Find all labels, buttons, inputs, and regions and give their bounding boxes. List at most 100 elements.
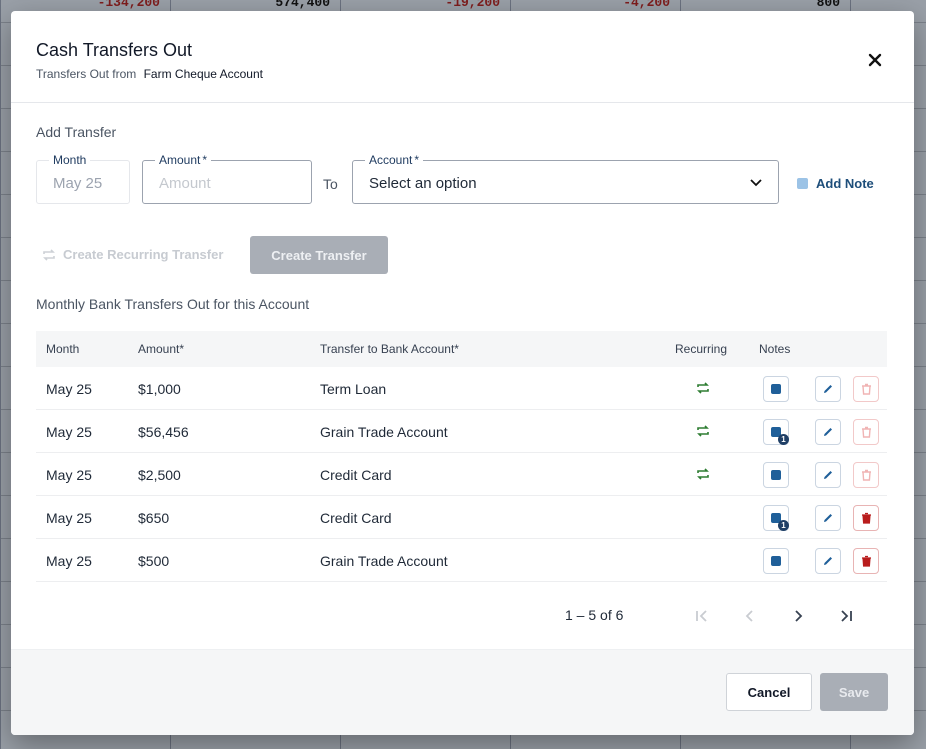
- last-page-button[interactable]: [836, 606, 856, 626]
- amount-label-text: Amount: [159, 153, 201, 167]
- repeat-icon: [697, 425, 709, 437]
- note-icon: [771, 384, 781, 394]
- month-field[interactable]: Month May 25: [36, 153, 130, 204]
- cell-amount: $650: [138, 510, 170, 526]
- add-transfer-label: Add Transfer: [36, 124, 117, 140]
- account-select[interactable]: Account * Select an option: [352, 153, 779, 204]
- note-count-badge: 1: [778, 520, 789, 531]
- to-label: To: [323, 176, 338, 192]
- note-button[interactable]: [763, 548, 789, 574]
- add-note-button[interactable]: Add Note: [797, 176, 874, 191]
- next-page-button[interactable]: [788, 606, 808, 626]
- delete-button[interactable]: [853, 376, 879, 402]
- note-button[interactable]: 1: [763, 419, 789, 445]
- close-button[interactable]: [866, 51, 884, 69]
- note-button[interactable]: [763, 462, 789, 488]
- cell-month: May 25: [46, 381, 92, 397]
- cell-month: May 25: [46, 467, 92, 483]
- table-paginator: 1 – 5 of 6: [36, 594, 887, 638]
- cell-amount: $56,456: [138, 424, 189, 440]
- chevron-right-icon: [795, 610, 803, 622]
- first-page-icon: [696, 610, 707, 622]
- edit-button[interactable]: [815, 419, 841, 445]
- cell-month: May 25: [46, 553, 92, 569]
- note-button[interactable]: [763, 376, 789, 402]
- account-select-value: Select an option: [369, 175, 477, 192]
- dialog-header: Cash Transfers Out Transfers Out from Fa…: [11, 11, 914, 103]
- close-icon: [868, 53, 882, 67]
- amount-input[interactable]: Amount * Amount: [142, 153, 312, 204]
- trash-icon: [861, 512, 871, 524]
- header-amount: Amount*: [138, 342, 185, 356]
- trash-icon: [861, 555, 871, 567]
- table-row: May 25 $1,000 Term Loan: [36, 367, 887, 410]
- create-transfer-button[interactable]: Create Transfer: [250, 236, 388, 274]
- save-button[interactable]: Save: [820, 673, 888, 711]
- edit-button[interactable]: [815, 548, 841, 574]
- required-mark: *: [414, 153, 420, 167]
- dialog-footer: Cancel Save: [11, 649, 914, 735]
- header-recurring: Recurring: [675, 342, 728, 356]
- cell-account: Credit Card: [320, 467, 392, 483]
- note-icon: [771, 556, 781, 566]
- amount-field-label: Amount *: [155, 153, 212, 167]
- cell-account: Credit Card: [320, 510, 392, 526]
- background-cell: 800: [816, 0, 840, 10]
- table-row: May 25 $500 Grain Trade Account: [36, 539, 887, 582]
- pencil-icon: [824, 428, 832, 436]
- note-icon: 1: [771, 513, 789, 531]
- account-label-text: Account: [369, 153, 413, 167]
- cash-transfers-dialog: Cash Transfers Out Transfers Out from Fa…: [11, 11, 914, 735]
- background-cell: -134,200: [97, 0, 160, 10]
- delete-button[interactable]: [853, 505, 879, 531]
- cell-account: Term Loan: [320, 381, 387, 397]
- create-recurring-label: Create Recurring Transfer: [63, 247, 224, 262]
- cancel-button[interactable]: Cancel: [726, 673, 812, 711]
- delete-button[interactable]: [853, 419, 879, 445]
- note-button[interactable]: 1: [763, 505, 789, 531]
- account-field-label: Account *: [365, 153, 424, 167]
- table-header: Month Amount* Transfer to Bank Account* …: [36, 331, 887, 367]
- repeat-icon: [43, 248, 55, 261]
- dialog-subtitle: Transfers Out from Farm Cheque Account: [36, 67, 263, 81]
- pencil-icon: [824, 385, 832, 393]
- header-account: Transfer to Bank Account*: [320, 342, 459, 356]
- add-note-label: Add Note: [816, 176, 874, 191]
- repeat-icon: [697, 468, 709, 480]
- note-icon: [771, 470, 781, 480]
- table-row: May 25 $650 Credit Card 1: [36, 496, 887, 539]
- pencil-icon: [824, 471, 832, 479]
- delete-button[interactable]: [853, 462, 879, 488]
- table-row: May 25 $56,456 Grain Trade Account 1: [36, 410, 887, 453]
- monthly-transfers-label: Monthly Bank Transfers Out for this Acco…: [36, 296, 310, 312]
- header-month: Month: [46, 342, 80, 356]
- last-page-icon: [841, 610, 852, 622]
- trash-icon: [861, 469, 871, 481]
- chevron-left-icon: [745, 610, 753, 622]
- previous-page-button[interactable]: [740, 606, 760, 626]
- paginator-range: 1 – 5 of 6: [565, 607, 624, 623]
- month-field-value: May 25: [53, 175, 103, 192]
- delete-button[interactable]: [853, 548, 879, 574]
- edit-button[interactable]: [815, 462, 841, 488]
- trash-icon: [861, 426, 871, 438]
- cell-month: May 25: [46, 424, 92, 440]
- cell-amount: $1,000: [138, 381, 181, 397]
- cell-month: May 25: [46, 510, 92, 526]
- note-icon: [797, 178, 808, 189]
- first-page-button[interactable]: [692, 606, 712, 626]
- required-mark: *: [202, 153, 208, 167]
- trash-icon: [861, 383, 871, 395]
- note-icon: 1: [771, 427, 789, 445]
- transfers-table: Month Amount* Transfer to Bank Account* …: [36, 331, 887, 582]
- amount-placeholder: Amount: [159, 175, 211, 192]
- background-cell: 574,400: [275, 0, 330, 10]
- cell-amount: $2,500: [138, 467, 181, 483]
- edit-button[interactable]: [815, 505, 841, 531]
- subtitle-account: Farm Cheque Account: [143, 67, 263, 81]
- cell-amount: $500: [138, 553, 170, 569]
- edit-button[interactable]: [815, 376, 841, 402]
- create-recurring-transfer-button[interactable]: Create Recurring Transfer: [41, 247, 223, 262]
- repeat-icon: [697, 382, 709, 394]
- subtitle-prefix: Transfers Out from: [36, 67, 137, 81]
